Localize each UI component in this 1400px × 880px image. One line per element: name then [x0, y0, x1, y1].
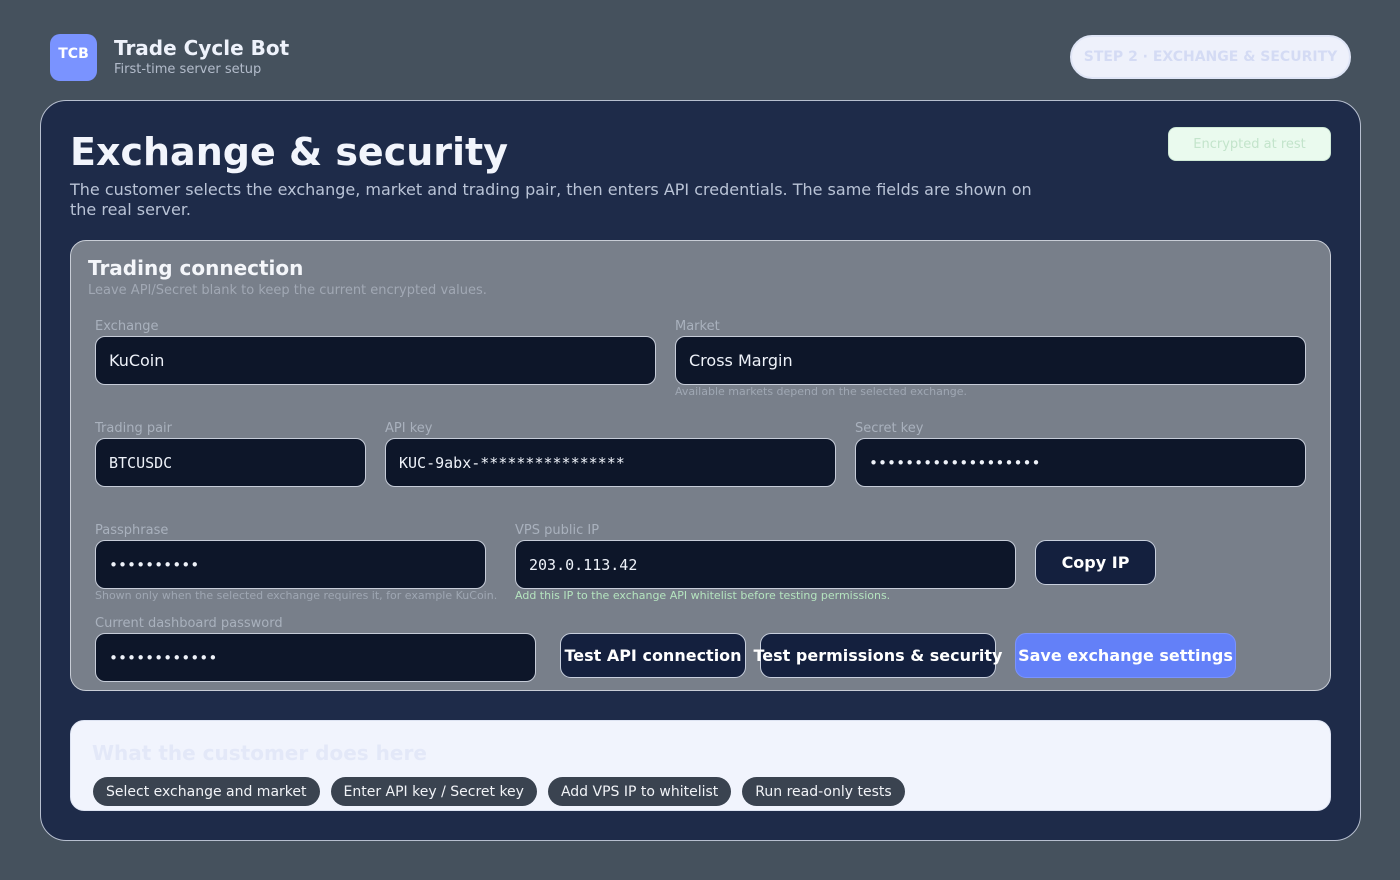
panel-title: Trading connection	[88, 256, 304, 280]
app-logo-text: TCB	[58, 46, 89, 62]
trading-pair-label: Trading pair	[95, 421, 173, 436]
help-title: What the customer does here	[92, 741, 427, 765]
vps-ip-input[interactable]: 203.0.113.42	[515, 540, 1016, 589]
save-exchange-settings-button[interactable]: Save exchange settings	[1015, 633, 1236, 678]
market-hint: Available markets depend on the selected…	[675, 385, 968, 398]
api-key-label: API key	[385, 421, 433, 436]
passphrase-label: Passphrase	[95, 523, 169, 538]
help-step-chip: Run read-only tests	[742, 777, 905, 806]
page-description: The customer selects the exchange, marke…	[70, 180, 1032, 219]
market-label: Market	[675, 319, 720, 334]
app-subtitle: First-time server setup	[114, 62, 262, 77]
vps-ip-hint: Add this IP to the exchange API whitelis…	[515, 589, 891, 602]
test-api-button[interactable]: Test API connection	[560, 633, 746, 678]
test-permissions-button[interactable]: Test permissions & security	[754, 633, 1002, 678]
help-step-chip: Enter API key / Secret key	[330, 777, 537, 806]
exchange-select[interactable]: KuCoin	[95, 336, 656, 385]
market-select[interactable]: Cross Margin	[675, 336, 1306, 385]
help-step-chip: Add VPS IP to whitelist	[547, 777, 732, 806]
passphrase-hint: Shown only when the selected exchange re…	[95, 589, 498, 602]
secret-key-label: Secret key	[855, 421, 924, 436]
api-key-input[interactable]: KUC-9abx-****************	[385, 438, 836, 487]
secret-key-input[interactable]: •••••••••••••••••••	[855, 438, 1306, 487]
dashboard-password-label: Current dashboard password	[95, 616, 283, 631]
help-steps: Select exchange and market Enter API key…	[93, 777, 905, 806]
exchange-label: Exchange	[95, 319, 159, 334]
page-title: Exchange & security	[70, 130, 508, 174]
help-step-chip: Select exchange and market	[93, 777, 320, 806]
copy-ip-button[interactable]: Copy IP	[1035, 540, 1156, 585]
vps-ip-label: VPS public IP	[515, 523, 600, 538]
trading-pair-input[interactable]: BTCUSDC	[95, 438, 366, 487]
app-logo: TCB	[50, 34, 97, 81]
app-title: Trade Cycle Bot	[114, 36, 290, 60]
encrypted-badge: Encrypted at rest	[1168, 127, 1331, 161]
dashboard-password-input[interactable]: ••••••••••••	[95, 633, 536, 682]
panel-subtitle: Leave API/Secret blank to keep the curre…	[88, 283, 487, 298]
passphrase-input[interactable]: ••••••••••	[95, 540, 486, 589]
step-badge: STEP 2 · EXCHANGE & SECURITY	[1070, 35, 1351, 79]
